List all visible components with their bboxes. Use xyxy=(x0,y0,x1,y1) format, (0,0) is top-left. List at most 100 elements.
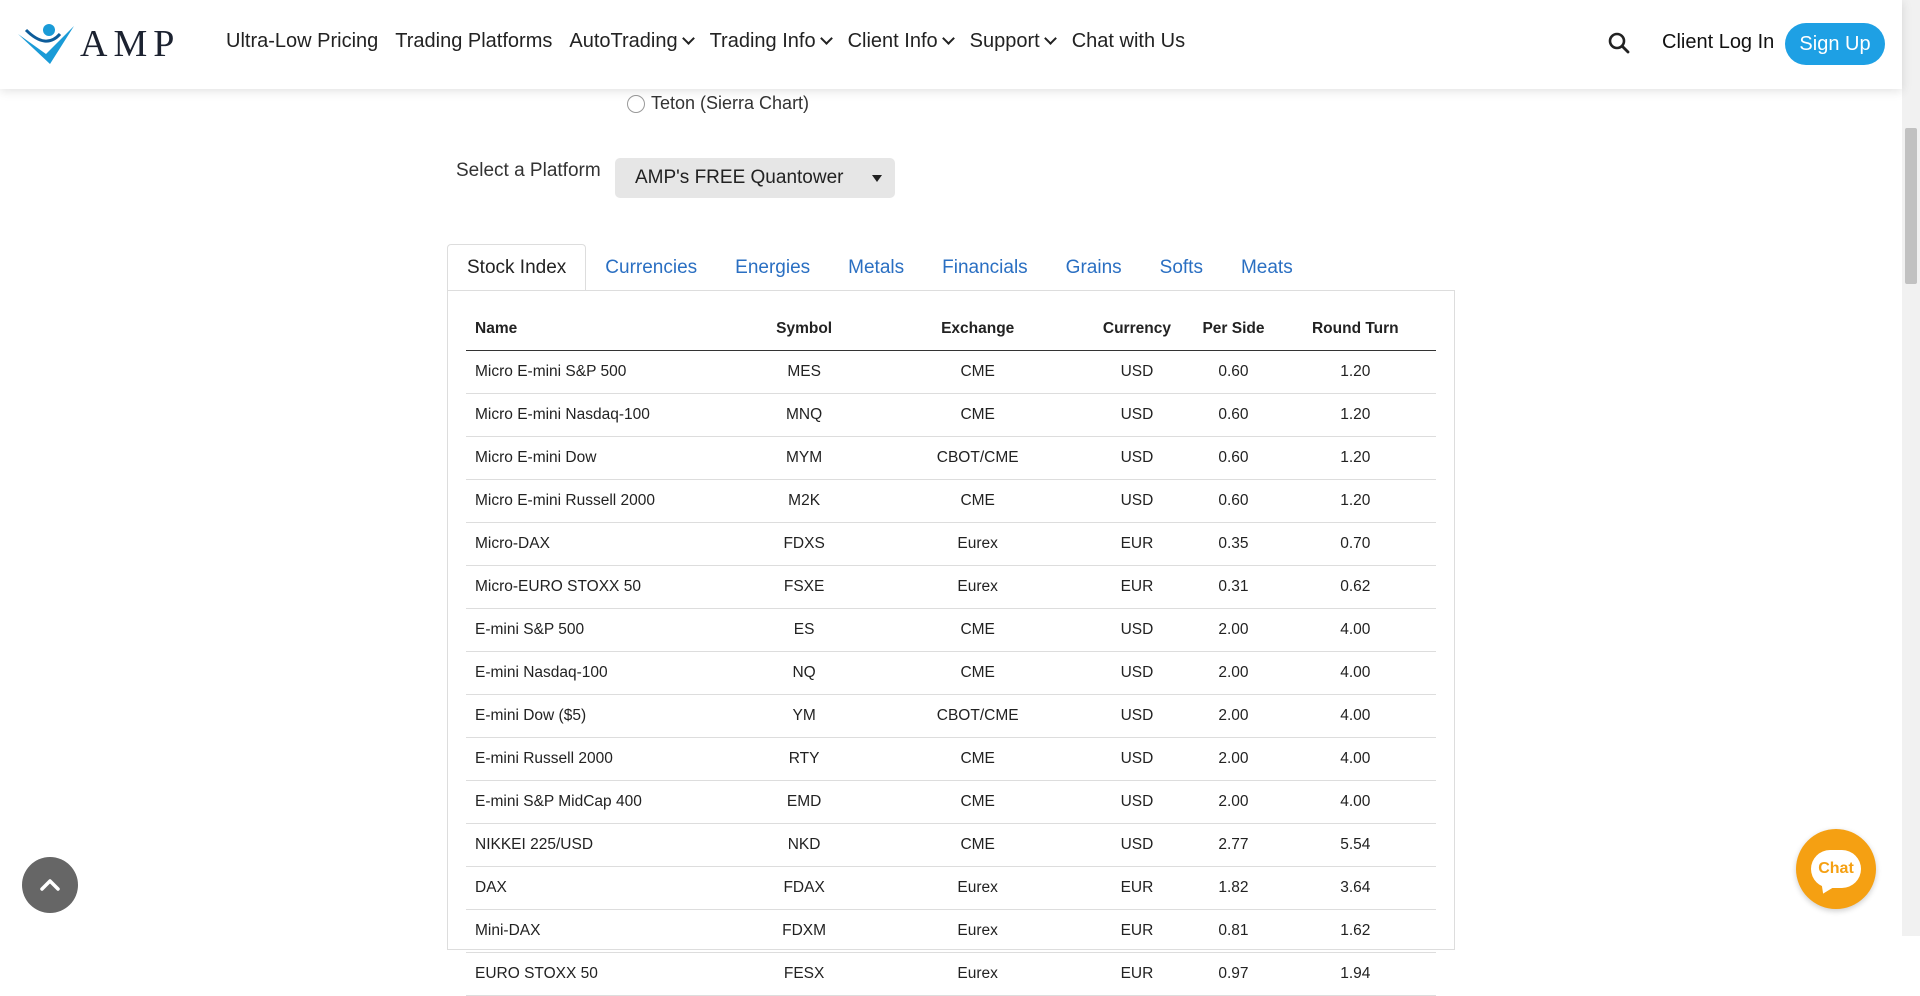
cell-currency: EUR xyxy=(1081,909,1193,953)
tab-grains[interactable]: Grains xyxy=(1047,244,1141,291)
chat-bubble-icon: Chat xyxy=(1811,850,1861,888)
cell-per-side: 0.31 xyxy=(1192,565,1275,609)
select-platform-label: Select a Platform xyxy=(456,160,601,181)
nav-trading-info[interactable]: Trading Info xyxy=(709,30,833,53)
nav-autotrading[interactable]: AutoTrading xyxy=(569,30,695,53)
chevron-down-icon xyxy=(941,32,955,45)
chat-label: Chat xyxy=(1818,860,1854,877)
table-row: DAX FDAX Eurex EUR 1.82 3.64 xyxy=(466,866,1436,910)
nav-ultra-low-pricing[interactable]: Ultra-Low Pricing xyxy=(226,30,378,53)
cell-exchange: Eurex xyxy=(873,952,1082,996)
column-header-round-turn: Round Turn xyxy=(1274,308,1436,351)
cell-currency: EUR xyxy=(1081,565,1193,609)
cell-per-side: 2.00 xyxy=(1192,651,1275,695)
cell-round-turn: 4.00 xyxy=(1274,780,1436,824)
cell-exchange: CBOT/CME xyxy=(873,436,1082,480)
cell-name: DAX xyxy=(466,866,735,910)
scrollbar-thumb[interactable] xyxy=(1905,128,1917,284)
tab-meats[interactable]: Meats xyxy=(1222,244,1312,291)
cell-currency: USD xyxy=(1081,436,1193,480)
column-header-currency: Currency xyxy=(1081,308,1193,351)
cell-round-turn: 1.94 xyxy=(1274,952,1436,996)
cell-symbol: FDAX xyxy=(734,866,874,910)
platform-select[interactable]: AMP's FREE Quantower xyxy=(615,158,895,198)
table-body: Micro E-mini S&P 500 MES CME USD 0.60 1.20 Mic… xyxy=(466,350,1436,996)
cell-symbol: NKD xyxy=(734,823,874,867)
cell-symbol: EMD xyxy=(734,780,874,824)
nav-label: AutoTrading xyxy=(569,30,678,52)
cell-name: Micro E-mini Dow xyxy=(466,436,735,480)
cell-per-side: 0.60 xyxy=(1192,436,1275,480)
cell-symbol: RTY xyxy=(734,737,874,781)
cell-name: Micro E-mini S&P 500 xyxy=(466,350,735,394)
platform-select-value: AMP's FREE Quantower xyxy=(635,167,844,188)
nav-chat-with-us[interactable]: Chat with Us xyxy=(1072,30,1185,53)
cell-symbol: FDXS xyxy=(734,522,874,566)
chat-widget-button[interactable]: Chat xyxy=(1796,829,1876,909)
tab-currencies[interactable]: Currencies xyxy=(586,244,716,291)
cell-symbol: MNQ xyxy=(734,393,874,437)
category-tabs: Stock Index Currencies Energies Metals F… xyxy=(447,244,1312,291)
table-row: Micro E-mini S&P 500 MES CME USD 0.60 1.20 xyxy=(466,350,1436,394)
cell-round-turn: 1.20 xyxy=(1274,436,1436,480)
chevron-down-icon xyxy=(681,32,695,45)
cell-currency: USD xyxy=(1081,651,1193,695)
nav-label: Trading Platforms xyxy=(395,30,553,52)
table-row: Micro-DAX FDXS Eurex EUR 0.35 0.70 xyxy=(466,522,1436,566)
cell-per-side: 2.77 xyxy=(1192,823,1275,867)
nav-support[interactable]: Support xyxy=(969,30,1057,53)
sign-up-button[interactable]: Sign Up xyxy=(1785,23,1885,65)
tab-softs[interactable]: Softs xyxy=(1141,244,1222,291)
table-row: E-mini Dow ($5) YM CBOT/CME USD 2.00 4.00 xyxy=(466,694,1436,738)
table-row: EURO STOXX 50 FESX Eurex EUR 0.97 1.94 xyxy=(466,952,1436,996)
table-header-row: Name Symbol Exchange Currency Per Side R… xyxy=(466,308,1436,351)
chevron-up-icon xyxy=(40,879,60,891)
tab-stock-index[interactable]: Stock Index xyxy=(447,244,587,291)
cell-name: E-mini Russell 2000 xyxy=(466,737,735,781)
table-row: E-mini Russell 2000 RTY CME USD 2.00 4.00 xyxy=(466,737,1436,781)
cell-symbol: NQ xyxy=(734,651,874,695)
cell-name: Micro-EURO STOXX 50 xyxy=(466,565,735,609)
cell-round-turn: 4.00 xyxy=(1274,694,1436,738)
cell-round-turn: 4.00 xyxy=(1274,651,1436,695)
tab-financials[interactable]: Financials xyxy=(923,244,1047,291)
cell-exchange: CME xyxy=(873,780,1082,824)
table-row: Mini-DAX FDXM Eurex EUR 0.81 1.62 xyxy=(466,909,1436,953)
table-row: E-mini Nasdaq-100 NQ CME USD 2.00 4.00 xyxy=(466,651,1436,695)
cell-name: E-mini Nasdaq-100 xyxy=(466,651,735,695)
cell-round-turn: 0.70 xyxy=(1274,522,1436,566)
tab-metals[interactable]: Metals xyxy=(829,244,923,291)
cell-exchange: CME xyxy=(873,479,1082,523)
nav-label: Trading Info xyxy=(709,30,816,52)
cell-per-side: 0.60 xyxy=(1192,393,1275,437)
tab-energies[interactable]: Energies xyxy=(716,244,829,291)
nav-label: Support xyxy=(969,30,1040,52)
chevron-down-icon xyxy=(1043,32,1057,45)
cell-currency: USD xyxy=(1081,479,1193,523)
cell-round-turn: 1.62 xyxy=(1274,909,1436,953)
cell-exchange: Eurex xyxy=(873,522,1082,566)
search-icon[interactable] xyxy=(1608,32,1630,54)
client-login-link[interactable]: Client Log In xyxy=(1662,31,1774,54)
table-row: E-mini S&P MidCap 400 EMD CME USD 2.00 4.00 xyxy=(466,780,1436,824)
platform-radio-option[interactable]: Teton (Sierra Chart) xyxy=(627,93,809,114)
nav-client-info[interactable]: Client Info xyxy=(848,30,955,53)
cell-currency: EUR xyxy=(1081,866,1193,910)
cell-per-side: 0.35 xyxy=(1192,522,1275,566)
radio-button[interactable] xyxy=(627,94,645,113)
cell-name: E-mini S&P 500 xyxy=(466,608,735,652)
cell-exchange: CME xyxy=(873,737,1082,781)
dropdown-arrow-icon xyxy=(872,175,882,182)
logo-figure-icon xyxy=(18,24,74,64)
cell-exchange: Eurex xyxy=(873,866,1082,910)
column-header-name: Name xyxy=(466,308,735,351)
table-row: Micro E-mini Russell 2000 M2K CME USD 0.60 1.… xyxy=(466,479,1436,523)
cell-currency: EUR xyxy=(1081,522,1193,566)
cell-per-side: 0.60 xyxy=(1192,350,1275,394)
amp-logo[interactable]: AMP xyxy=(16,20,180,68)
cell-exchange: CME xyxy=(873,823,1082,867)
nav-trading-platforms[interactable]: Trading Platforms xyxy=(395,30,552,53)
cell-per-side: 2.00 xyxy=(1192,694,1275,738)
table-row: Micro E-mini Nasdaq-100 MNQ CME USD 0.60 1.20 xyxy=(466,393,1436,437)
back-to-top-button[interactable] xyxy=(22,857,78,913)
